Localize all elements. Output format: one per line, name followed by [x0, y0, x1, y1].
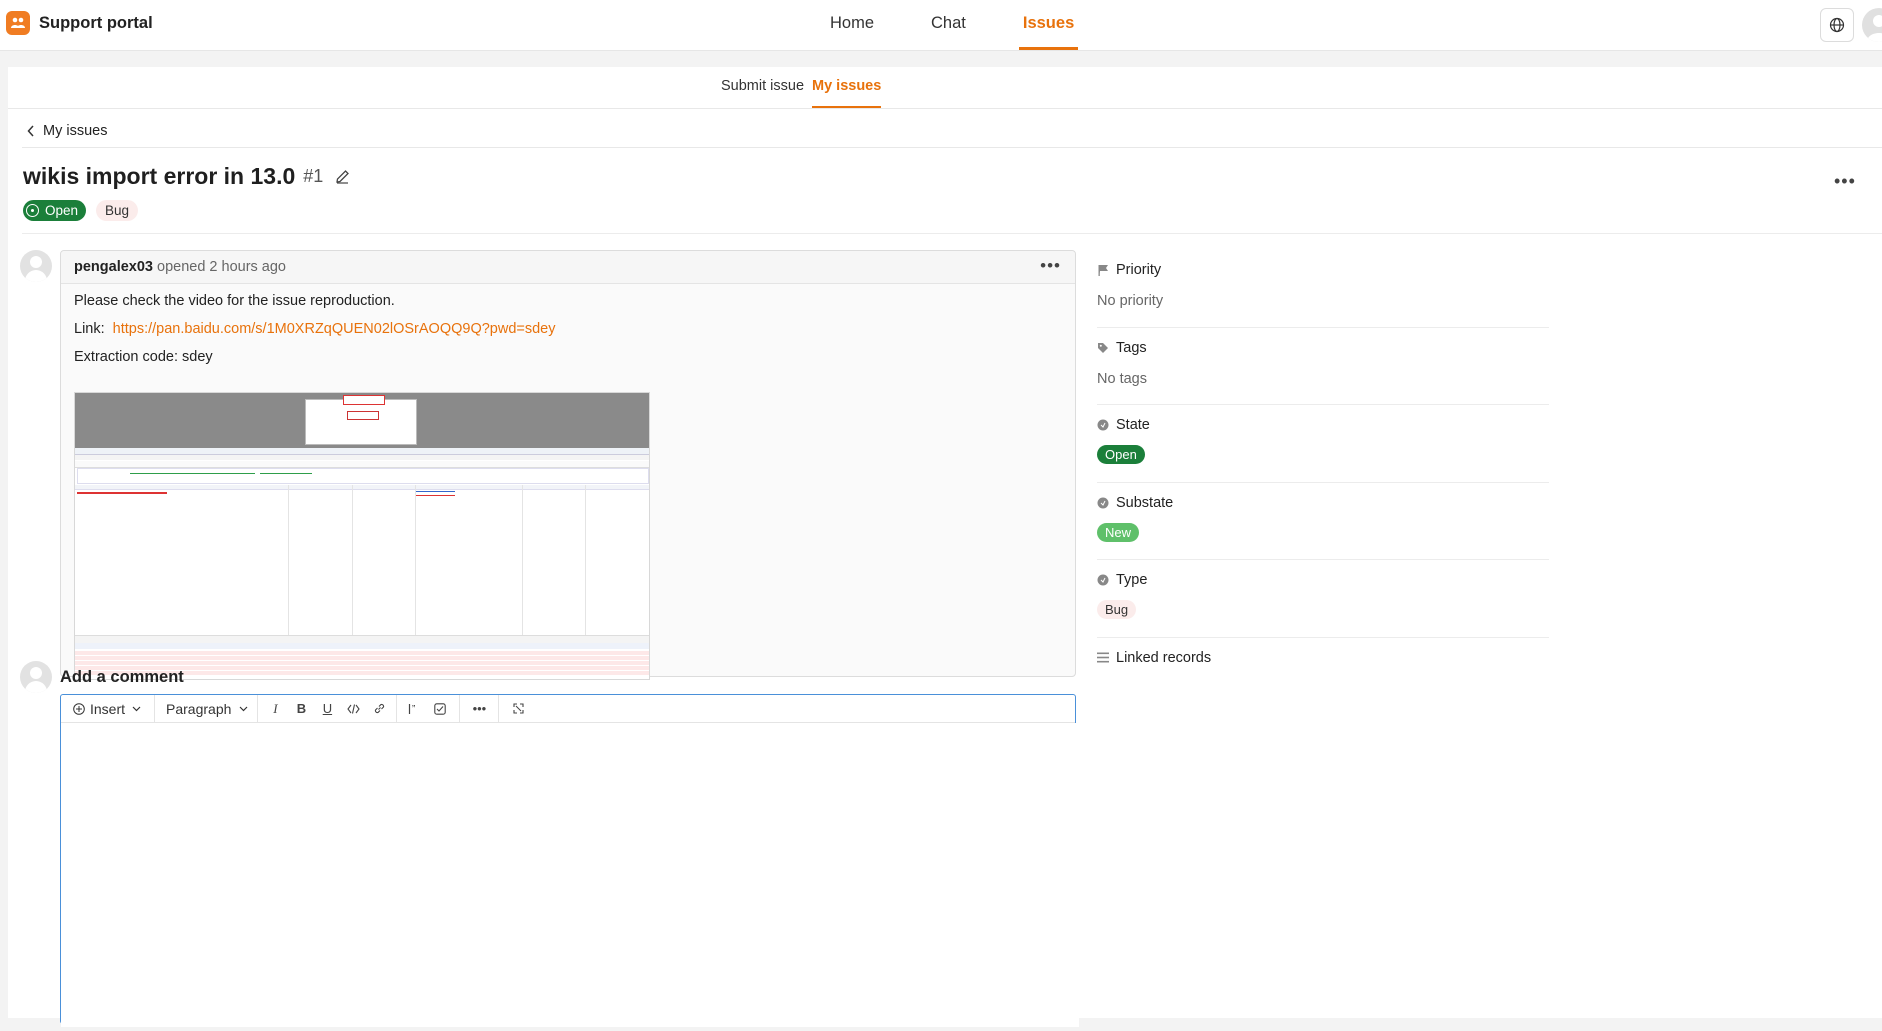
nav-issues[interactable]: Issues — [1018, 0, 1079, 50]
author-avatar — [20, 250, 52, 282]
status-label: Open — [45, 203, 79, 218]
priority-section: Priority No priority — [1097, 250, 1549, 328]
toolbar-divider — [498, 695, 500, 722]
chevron-down-icon — [239, 706, 248, 711]
language-button[interactable] — [1820, 8, 1854, 42]
link-label: Link: — [74, 321, 105, 337]
state-section: State Open — [1097, 405, 1549, 483]
sub-nav: Submit issue My issues — [8, 67, 1882, 109]
linked-records-label: Linked records — [1116, 649, 1212, 666]
comment-author[interactable]: pengalex03 — [74, 259, 153, 275]
current-user-avatar — [20, 661, 52, 693]
comment-body: Please check the video for the issue rep… — [61, 284, 1075, 388]
pencil-icon — [336, 170, 350, 184]
type-pill[interactable]: Bug — [1097, 600, 1137, 619]
issue-badges: Open Bug — [23, 200, 139, 221]
paragraph-style-select[interactable]: Paragraph — [166, 701, 248, 717]
link-icon[interactable] — [366, 702, 392, 715]
open-status-icon — [26, 204, 39, 217]
issue-more-menu-button[interactable]: ••• — [1834, 171, 1856, 192]
tag-icon — [1097, 342, 1109, 354]
quote-icon[interactable]: ” — [401, 703, 427, 715]
tags-label: Tags — [1116, 339, 1147, 356]
insert-button[interactable]: Insert — [73, 701, 141, 717]
comment-link-line: Link: https://pan.baidu.com/s/1M0XRZqQUEN… — [74, 322, 1062, 337]
type-label: Type — [1116, 572, 1148, 588]
divider — [22, 233, 1882, 234]
comment-link[interactable]: https://pan.baidu.com/s/1M0XRZqQUEN02lOS… — [113, 321, 556, 337]
comment-header: pengalex03 opened 2 hours ago ••• — [61, 251, 1075, 284]
underline-icon[interactable]: U — [314, 701, 340, 716]
status-badge: Open — [23, 200, 87, 221]
issue-title-row: wikis import error in 13.0 #1 — [23, 163, 350, 190]
comment-text: Please check the video for the issue rep… — [74, 293, 395, 309]
code-icon[interactable] — [340, 703, 366, 714]
comment-editor: Insert Paragraph I B U ” ••• — [60, 694, 1079, 1027]
fullscreen-icon[interactable] — [505, 703, 531, 714]
toolbar-divider — [459, 695, 461, 722]
user-avatar[interactable] — [1862, 8, 1882, 42]
issue-sidebar: Priority No priority Tags No tags State … — [1097, 250, 1549, 678]
support-portal-logo-icon — [6, 11, 30, 35]
embedded-screenshot[interactable] — [74, 392, 650, 680]
svg-text:”: ” — [412, 704, 415, 715]
list-icon — [1097, 652, 1109, 664]
toolbar-divider — [154, 695, 156, 722]
toolbar-divider — [257, 695, 259, 722]
nav-chat[interactable]: Chat — [927, 0, 970, 50]
comment-extraction-code: Extraction code: sdey — [74, 349, 213, 365]
toolbar-divider — [396, 695, 398, 722]
state-icon — [1097, 419, 1109, 431]
comment-meta: opened 2 hours ago — [157, 259, 286, 275]
main-nav: Home Chat Issues — [826, 0, 1127, 50]
editor-toolbar: Insert Paragraph I B U ” ••• — [61, 695, 1075, 723]
comment-input[interactable] — [61, 723, 1079, 1027]
type-section: Type Bug — [1097, 560, 1549, 638]
more-icon[interactable]: ••• — [466, 701, 492, 716]
priority-value[interactable]: No priority — [1097, 293, 1163, 309]
substate-label: Substate — [1116, 494, 1174, 511]
state-pill[interactable]: Open — [1097, 445, 1145, 464]
back-to-my-issues[interactable]: My issues — [27, 116, 107, 146]
tags-value[interactable]: No tags — [1097, 371, 1147, 387]
globe-icon — [1829, 17, 1845, 33]
top-bar: Support portal Home Chat Issues — [0, 0, 1882, 51]
tags-section: Tags No tags — [1097, 328, 1549, 405]
add-comment-title: Add a comment — [60, 668, 184, 686]
type-badge: Bug — [96, 200, 139, 221]
comment-more-button[interactable]: ••• — [1040, 256, 1061, 276]
state-label: State — [1116, 417, 1150, 433]
type-icon — [1097, 574, 1109, 586]
edit-title-button[interactable] — [335, 169, 350, 184]
issue-number: #1 — [303, 166, 324, 186]
chevron-left-icon — [27, 125, 34, 137]
bold-icon[interactable]: B — [288, 701, 314, 716]
tab-my-issues[interactable]: My issues — [812, 67, 882, 108]
linked-records-section[interactable]: Linked records — [1097, 638, 1549, 678]
paragraph-label: Paragraph — [166, 700, 232, 717]
substate-pill[interactable]: New — [1097, 522, 1140, 542]
substate-section: Substate New — [1097, 483, 1549, 560]
issue-title: wikis import error in 13.0 — [23, 163, 296, 189]
flag-icon — [1097, 264, 1109, 276]
back-label: My issues — [43, 123, 108, 139]
substate-icon — [1097, 497, 1109, 509]
plus-circle-icon — [73, 702, 85, 715]
tab-submit-issue[interactable]: Submit issue — [721, 67, 804, 108]
chevron-down-icon — [132, 706, 141, 711]
italic-icon[interactable]: I — [262, 701, 288, 717]
divider — [22, 147, 1882, 148]
brand[interactable]: Support portal — [6, 11, 153, 35]
checklist-icon[interactable] — [427, 702, 453, 715]
priority-label: Priority — [1116, 262, 1162, 278]
issue-panel: Submit issue My issues My issues wikis i… — [8, 67, 1882, 1027]
app-title: Support portal — [39, 13, 153, 32]
insert-label: Insert — [90, 700, 126, 717]
nav-home[interactable]: Home — [826, 0, 878, 50]
